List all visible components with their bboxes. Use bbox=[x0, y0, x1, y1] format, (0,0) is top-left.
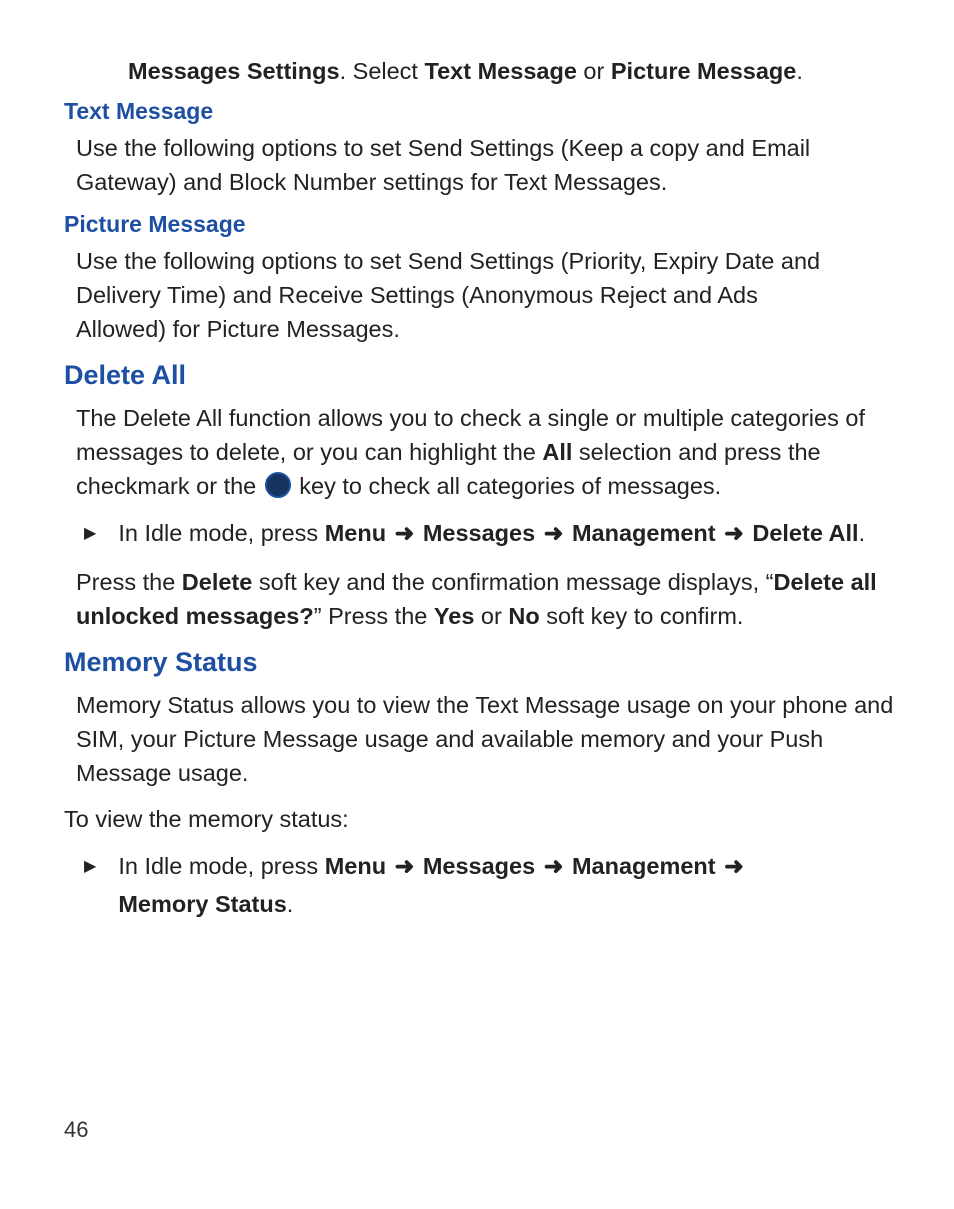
arrow-icon: ➜ bbox=[544, 520, 564, 546]
step-prefix: In Idle mode, press bbox=[118, 520, 324, 546]
messages-label: Messages bbox=[423, 853, 535, 879]
delete-all-heading: Delete All bbox=[64, 360, 894, 391]
memory-status-label: Memory Status bbox=[118, 891, 286, 917]
text-message-heading: Text Message bbox=[64, 98, 894, 125]
top-period: . Select bbox=[340, 58, 425, 84]
arrow-icon: ➜ bbox=[395, 853, 415, 879]
menu-label: Menu bbox=[325, 853, 386, 879]
picture-message-body: Use the following options to set Send Se… bbox=[76, 244, 836, 346]
memory-status-step: ▶ In Idle mode, press Menu ➜ Messages ➜ … bbox=[84, 848, 894, 923]
management-label: Management bbox=[572, 853, 716, 879]
arrow-icon: ➜ bbox=[544, 853, 564, 879]
p2c: ” Press the bbox=[314, 603, 434, 629]
text-message-label: Text Message bbox=[425, 58, 577, 84]
menu-label: Menu bbox=[325, 520, 386, 546]
p2d: soft key to confirm. bbox=[540, 603, 744, 629]
management-label: Management bbox=[572, 520, 716, 546]
all-label: All bbox=[542, 439, 572, 465]
top-or: or bbox=[577, 58, 611, 84]
delete-all-p1: The Delete All function allows you to ch… bbox=[76, 401, 894, 503]
arrow-icon: ➜ bbox=[724, 853, 744, 879]
period: . bbox=[287, 891, 294, 917]
page-number: 46 bbox=[64, 1117, 88, 1143]
messages-settings-label: Messages Settings bbox=[128, 58, 340, 84]
delete-all-step: ▶ In Idle mode, press Menu ➜ Messages ➜ … bbox=[84, 515, 894, 553]
manual-page: Messages Settings. Select Text Message o… bbox=[0, 0, 954, 1209]
memory-status-heading: Memory Status bbox=[64, 647, 894, 678]
period: . bbox=[859, 520, 866, 546]
or2: or bbox=[474, 603, 508, 629]
arrow-icon: ➜ bbox=[724, 520, 744, 546]
top-line: Messages Settings. Select Text Message o… bbox=[128, 56, 894, 88]
picture-message-heading: Picture Message bbox=[64, 211, 894, 238]
arrow-icon: ➜ bbox=[395, 520, 415, 546]
p2a: Press the bbox=[76, 569, 182, 595]
play-icon: ▶ bbox=[84, 856, 96, 876]
delete-all-step-text: In Idle mode, press Menu ➜ Messages ➜ Ma… bbox=[118, 515, 865, 553]
memory-status-step-text: In Idle mode, press Menu ➜ Messages ➜ Ma… bbox=[118, 848, 746, 923]
center-key-icon bbox=[265, 472, 291, 498]
memory-status-p2: To view the memory status: bbox=[64, 802, 894, 836]
top-end: . bbox=[796, 58, 803, 84]
picture-message-label: Picture Message bbox=[611, 58, 796, 84]
delete-all-p2: Press the Delete soft key and the confir… bbox=[76, 565, 894, 633]
delete-all-label: Delete All bbox=[752, 520, 858, 546]
step-prefix: In Idle mode, press bbox=[118, 853, 324, 879]
yes-label: Yes bbox=[434, 603, 475, 629]
delete-softkey: Delete bbox=[182, 569, 253, 595]
play-icon: ▶ bbox=[84, 523, 96, 543]
messages-label: Messages bbox=[423, 520, 535, 546]
no-label: No bbox=[508, 603, 539, 629]
text-message-body: Use the following options to set Send Se… bbox=[76, 131, 894, 199]
p2b: soft key and the confirmation message di… bbox=[252, 569, 773, 595]
memory-status-p1: Memory Status allows you to view the Tex… bbox=[76, 688, 894, 790]
delete-all-p1c: key to check all categories of messages. bbox=[293, 473, 721, 499]
